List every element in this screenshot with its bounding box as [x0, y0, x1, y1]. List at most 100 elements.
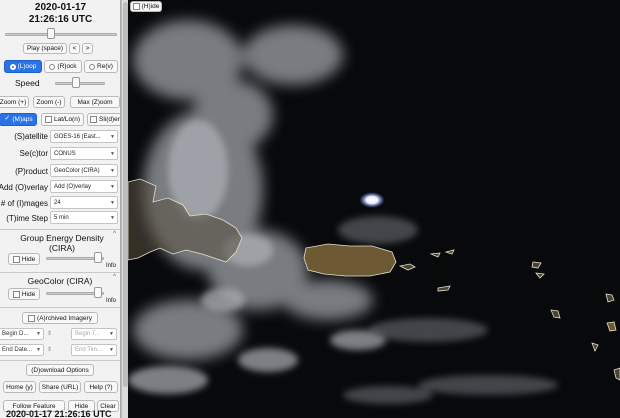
timestep-select[interactable]: 5 min ▼ [50, 211, 118, 224]
begin-time-select[interactable]: Begin T... ▼ [71, 328, 117, 340]
layer-title: Group Energy Density (CIRA) [20, 233, 104, 253]
puerto-rico-outline [303, 243, 397, 277]
product-label: (P)roduct [15, 167, 48, 176]
layer-hide-label: Hide [21, 290, 36, 298]
chevron-down-icon: ▼ [110, 133, 115, 140]
panel-scrollbar[interactable] [121, 0, 128, 418]
chevron-down-icon: ▼ [110, 167, 115, 174]
layer-info-link[interactable]: Info [106, 298, 116, 304]
images-select[interactable]: 24 ▼ [50, 196, 118, 209]
slider-label: Sli(d)er [99, 116, 120, 123]
footer-timestamp: 2020-01-17 21:26:16 UTC [6, 409, 112, 418]
rock-label: (R)ock [57, 63, 77, 70]
begin-date-select[interactable]: Begin D... ▼ [0, 328, 44, 340]
download-options-button[interactable]: (D)ownload Options [26, 364, 94, 376]
step-back-button[interactable]: < [69, 43, 80, 54]
archive-spin-icon: ⇕ [47, 331, 53, 337]
rock-button[interactable]: (R)ock [44, 60, 82, 73]
overlay-value: Add (O)verlay [54, 183, 92, 190]
product-value: GeoColor (CIRA) [54, 167, 100, 174]
rock-radio-icon [49, 63, 56, 70]
zoom-in-button[interactable]: Zoom (+) [0, 96, 29, 108]
maps-check-icon [3, 114, 11, 123]
divider [0, 307, 120, 308]
step-forward-button[interactable]: > [82, 43, 93, 54]
chevron-down-icon: ▼ [36, 331, 41, 337]
reverse-radio-icon [89, 63, 96, 70]
end-time-value: End Tim... [75, 347, 103, 353]
satellite-map[interactable]: (H)ide [128, 0, 620, 418]
chevron-down-icon: ▼ [110, 214, 115, 221]
layer-hide-button[interactable]: Hide [8, 253, 40, 265]
map-hide-button[interactable]: (H)ide [130, 1, 162, 12]
archived-imagery-button[interactable]: (A)rchived Imagery [22, 312, 98, 324]
satellite-label: (S)atellite [14, 132, 48, 141]
speed-slider-handle[interactable] [72, 77, 80, 88]
share-button[interactable]: Share (URL) [39, 381, 81, 393]
time-slider-handle[interactable] [47, 28, 55, 39]
chevron-down-icon: ▼ [109, 347, 114, 353]
divider [0, 229, 120, 230]
map-hide-label: (H)ide [141, 3, 160, 10]
hide-check-icon [12, 290, 20, 298]
slider-toggle[interactable]: Sli(d)er [87, 113, 120, 126]
archive-check-icon [28, 314, 36, 322]
begin-time-value: Begin T... [75, 331, 100, 337]
time-slider[interactable] [5, 33, 117, 36]
timestep-label: (T)ime Step [6, 214, 48, 223]
layer-opacity-handle[interactable] [94, 287, 102, 298]
product-select[interactable]: GeoColor (CIRA) ▼ [50, 164, 118, 177]
maps-toggle[interactable]: (M)aps [0, 113, 37, 126]
begin-date-value: Begin D... [2, 331, 29, 337]
chevron-down-icon: ▼ [109, 331, 114, 337]
loop-button[interactable]: (L)oop [4, 60, 42, 73]
archive-spin-icon: ⇕ [47, 347, 53, 353]
help-button[interactable]: Help (?) [84, 381, 118, 393]
sector-label: Se(c)tor [19, 149, 48, 158]
images-label: # of (I)mages [0, 199, 48, 208]
speed-label: Speed [15, 78, 40, 88]
current-date: 2020-01-17 [34, 2, 87, 13]
overlay-select[interactable]: Add (O)verlay ▼ [50, 180, 118, 193]
maps-label: (M)aps [12, 116, 33, 123]
overlay-label: Add (O)verlay [0, 183, 48, 192]
satellite-value: GOES-16 (East... [54, 133, 101, 140]
latlon-toggle[interactable]: Lat/Lo(n) [41, 113, 84, 126]
layer-title: GeoColor (CIRA) [27, 276, 93, 286]
latlon-check-icon [44, 116, 52, 123]
control-panel: 2020-01-17 21:26:16 UTC Play (space) < >… [0, 0, 121, 418]
satellite-select[interactable]: GOES-16 (East... ▼ [50, 130, 118, 143]
loop-radio-icon [9, 63, 16, 70]
end-date-value: End Date... [2, 347, 33, 353]
chevron-down-icon: ▼ [110, 183, 115, 190]
zoom-out-button[interactable]: Zoom (-) [33, 96, 65, 108]
timestep-value: 5 min [54, 214, 69, 221]
layer-collapse-icon[interactable]: ^ [113, 274, 116, 280]
home-button[interactable]: Home (y) [3, 381, 36, 393]
map-hide-check-icon [132, 3, 140, 10]
reverse-label: Re(v) [97, 63, 113, 70]
lightning-flash [359, 192, 385, 208]
end-time-select[interactable]: End Tim... ▼ [71, 344, 117, 356]
satellite-imagery [128, 0, 620, 418]
speed-slider[interactable] [55, 82, 105, 85]
play-button[interactable]: Play (space) [23, 43, 67, 54]
layer-opacity-handle[interactable] [94, 252, 102, 263]
sector-select[interactable]: CONUS ▼ [50, 147, 118, 160]
layer-info-link[interactable]: Info [106, 263, 116, 269]
loop-label: (L)oop [17, 63, 37, 70]
layer-hide-button[interactable]: Hide [8, 288, 40, 300]
max-zoom-button[interactable]: Max (Z)oom [70, 96, 120, 108]
chevron-down-icon: ▼ [110, 199, 115, 206]
app-root: 2020-01-17 21:26:16 UTC Play (space) < >… [0, 0, 620, 418]
images-value: 24 [54, 199, 61, 206]
chevron-down-icon: ▼ [36, 347, 41, 353]
reverse-button[interactable]: Re(v) [84, 60, 118, 73]
slider-check-icon [90, 116, 98, 123]
divider [0, 272, 120, 273]
chevron-down-icon: ▼ [110, 150, 115, 157]
end-date-select[interactable]: End Date... ▼ [0, 344, 44, 356]
latlon-label: Lat/Lo(n) [53, 116, 81, 123]
hide-check-icon [12, 255, 20, 263]
archived-imagery-label: (A)rchived Imagery [37, 314, 92, 322]
